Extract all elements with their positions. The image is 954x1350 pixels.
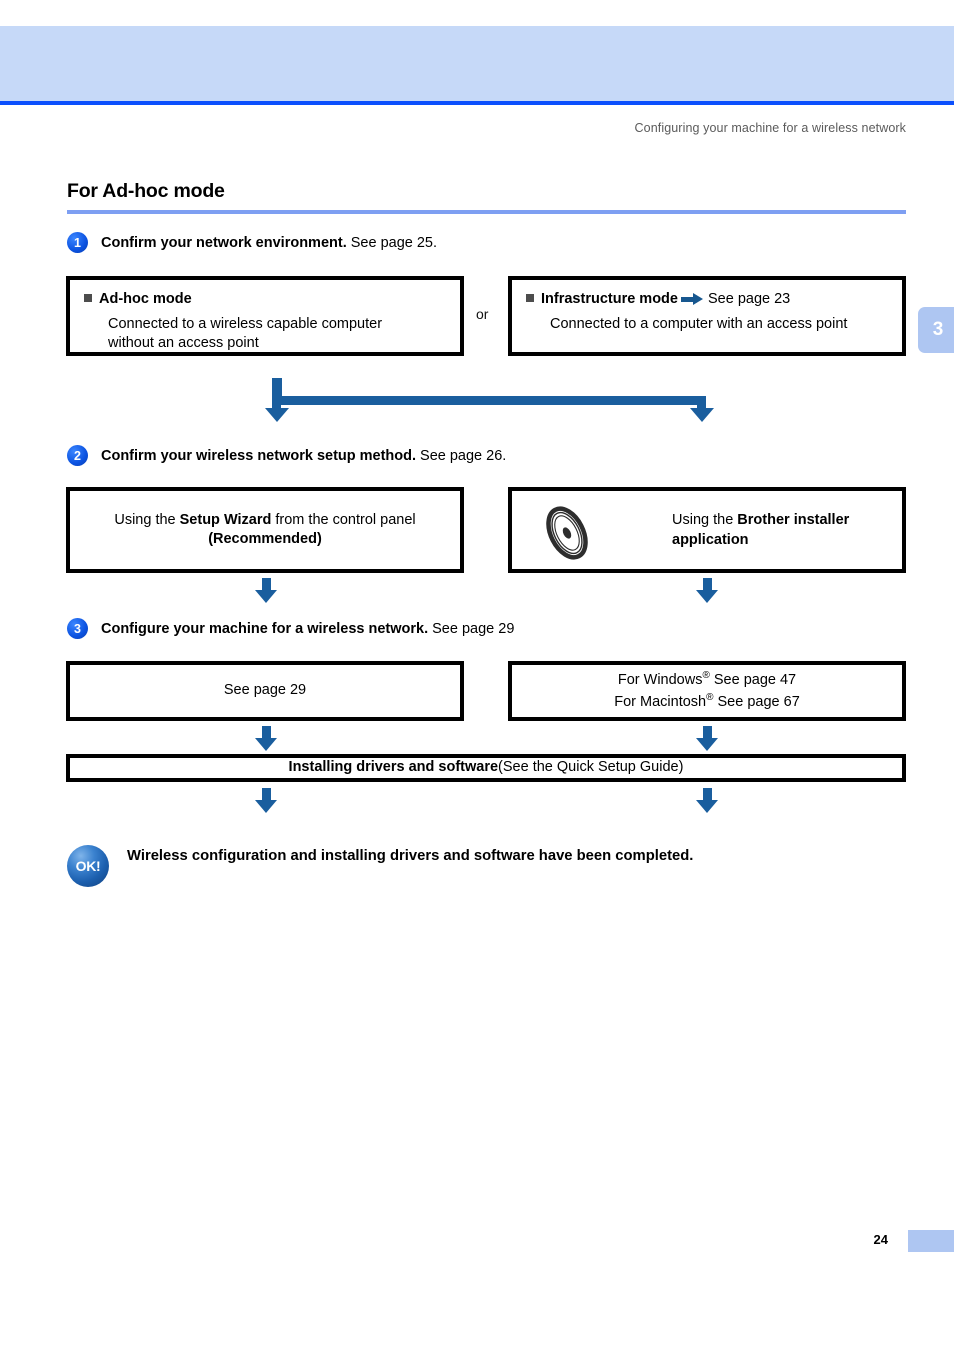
see-page-box: See page 29 (66, 661, 464, 721)
infrastructure-mode-reference: See page 23 (707, 291, 791, 307)
adhoc-mode-box: Ad-hoc mode Connected to a wireless capa… (66, 276, 464, 356)
platform-pages-text: For Windows® See page 47 For Macintosh® … (614, 669, 800, 713)
setup-wizard-text: Using the Setup Wizard from the control … (114, 511, 415, 549)
infrastructure-mode-body: Connected to a computer with an access p… (550, 316, 848, 333)
setup-wizard-line2: (Recommended) (208, 531, 322, 547)
windows-reference: See page 47 (709, 671, 797, 688)
arrow-down-icon (255, 578, 277, 603)
macintosh-reference: See page 67 (713, 693, 800, 710)
cd-disc-icon (540, 503, 594, 563)
infrastructure-mode-box: Infrastructure mode See page 23 Connected… (508, 276, 906, 356)
step-3: 3 Configure your machine for a wireless … (67, 618, 514, 639)
fork-connector (265, 378, 716, 428)
section-title-rule (67, 210, 906, 214)
setup-wizard-line1-prefix: Using the (114, 511, 180, 528)
infrastructure-mode-heading: Infrastructure mode (541, 291, 678, 307)
arrow-down-icon (696, 578, 718, 603)
ok-badge-label: OK! (75, 858, 101, 874)
step-3-reference: See page 29 (432, 620, 515, 637)
adhoc-mode-heading-row: Ad-hoc mode (84, 290, 446, 309)
adhoc-mode-body-line1: Connected to a wireless capable computer (108, 316, 383, 333)
step-2-reference: See page 26. (420, 447, 507, 464)
running-head: Configuring your machine for a wireless … (634, 121, 906, 135)
installing-drivers-bar: Installing drivers and software (See the… (66, 754, 906, 782)
brother-installer-prefix: Using the (672, 512, 738, 528)
setup-wizard-line1-bold: Setup Wizard (179, 511, 272, 528)
completion-message: Wireless configuration and installing dr… (127, 848, 694, 864)
square-bullet-icon (526, 294, 534, 302)
footer-color-block (908, 1230, 954, 1252)
arrow-down-icon (696, 788, 718, 813)
platform-pages-box: For Windows® See page 47 For Macintosh® … (508, 661, 906, 721)
installing-drivers-rest: (See the Quick Setup Guide) (498, 759, 684, 776)
arrow-down-icon (255, 788, 277, 813)
step-1-reference: See page 25. (350, 234, 438, 251)
step-2-badge: 2 (67, 445, 88, 466)
brother-installer-text: Using the Brother installer application (672, 511, 849, 550)
step-3-badge: 3 (67, 618, 88, 639)
step-1-title: Confirm your network environment. (101, 234, 347, 251)
setup-wizard-box: Using the Setup Wizard from the control … (66, 487, 464, 573)
brother-installer-line2: application (672, 531, 749, 548)
step-3-title: Configure your machine for a wireless ne… (101, 620, 429, 637)
ok-badge: OK! (67, 845, 109, 887)
brother-installer-line1: Brother installer (737, 512, 850, 528)
windows-label: For Windows (617, 671, 703, 688)
arrow-right-icon (680, 293, 703, 305)
step-2-title: Confirm your wireless network setup meth… (101, 447, 417, 464)
page-header-band (0, 26, 954, 101)
square-bullet-icon (84, 294, 92, 302)
page-header-rule (0, 101, 954, 105)
arrow-down-icon (696, 726, 718, 751)
adhoc-mode-heading: Ad-hoc mode (99, 291, 192, 307)
setup-wizard-line1-suffix: from the control panel (271, 511, 416, 528)
see-page-text: See page 29 (223, 682, 307, 699)
chapter-tab-number: 3 (932, 319, 944, 340)
step-1-badge: 1 (67, 232, 88, 253)
page-number: 24 (873, 1232, 888, 1247)
installing-drivers-bold: Installing drivers and software (288, 759, 499, 776)
brother-installer-box: Using the Brother installer application (508, 487, 906, 573)
page-title: For Ad-hoc mode (67, 180, 225, 202)
adhoc-mode-body-line2: without an access point (108, 335, 259, 352)
arrow-down-icon (255, 726, 277, 751)
macintosh-label: For Macintosh (614, 693, 707, 710)
chapter-tab: 3 (918, 307, 954, 353)
step-1: 1 Confirm your network environment. See … (67, 232, 437, 253)
step-2: 2 Confirm your wireless network setup me… (67, 445, 506, 466)
or-label: or (476, 306, 489, 322)
windows-registered-icon: ® (702, 670, 710, 682)
infrastructure-mode-heading-row: Infrastructure mode See page 23 (526, 290, 894, 309)
